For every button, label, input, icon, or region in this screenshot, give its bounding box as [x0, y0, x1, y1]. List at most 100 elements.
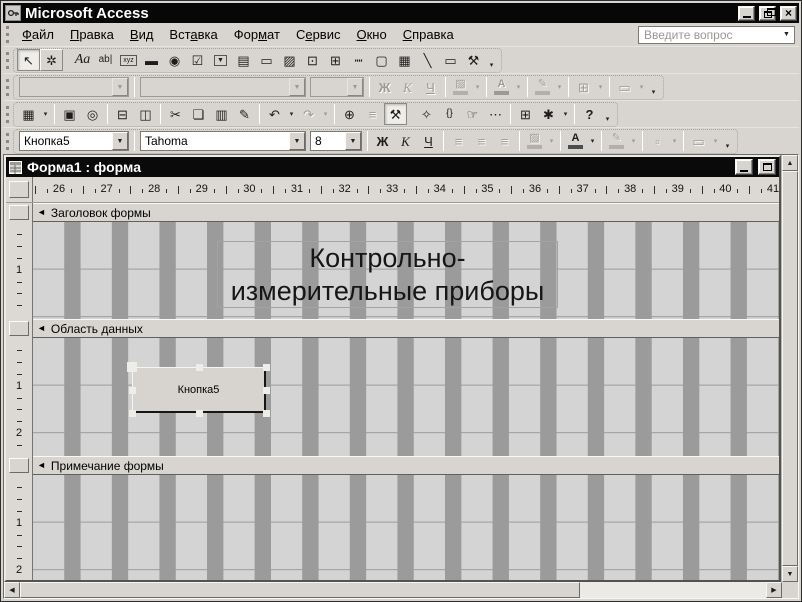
toolbox-button[interactable]: ⚒ — [384, 103, 407, 125]
cut-button[interactable]: ✂ — [164, 103, 187, 125]
form-minimize-button[interactable] — [735, 159, 753, 175]
build-button[interactable]: ⋯ — [484, 103, 507, 125]
format-painter-button[interactable]: ✎ — [233, 103, 256, 125]
label-button[interactable]: Aa — [71, 49, 94, 71]
view-button[interactable]: ▦ — [17, 103, 40, 125]
toolbar-options-arrow[interactable]: ▾ — [721, 130, 734, 152]
menu-item-view[interactable]: Вид — [122, 25, 162, 44]
select-objects-button[interactable]: ↖ — [17, 49, 40, 71]
object-select-combo[interactable]: Кнопка5▼ — [19, 131, 129, 151]
horizontal-scrollbar[interactable]: ◀ ▶ — [4, 582, 782, 598]
selection-handle[interactable] — [196, 410, 203, 417]
app-restore-button[interactable] — [759, 6, 776, 21]
ask-a-question-combo[interactable]: Введите вопрос ▼ — [638, 26, 795, 44]
print-preview-button[interactable]: ◫ — [134, 103, 157, 125]
selection-handle[interactable] — [263, 410, 270, 417]
app-minimize-button[interactable] — [738, 6, 755, 21]
undo-dropdown-arrow[interactable]: ▾ — [286, 103, 297, 125]
toolbar-grip-handle[interactable] — [6, 79, 9, 96]
selection-handle[interactable] — [129, 410, 136, 417]
code-button[interactable]: {} — [438, 103, 461, 125]
horizontal-scroll-thumb[interactable] — [20, 582, 580, 598]
app-close-button[interactable]: × — [780, 6, 797, 21]
list-box-button[interactable]: ▤ — [232, 49, 255, 71]
font-color-dropdown-arrow[interactable]: ▾ — [587, 130, 598, 152]
combo-box-button[interactable]: ▼ — [209, 49, 232, 71]
save-button[interactable]: ▣ — [58, 103, 81, 125]
scroll-down-arrow[interactable]: ▼ — [782, 566, 798, 582]
italic-button[interactable]: К — [394, 130, 417, 152]
insert-hyperlink-button[interactable]: ⊕ — [338, 103, 361, 125]
section-selector-box[interactable] — [9, 458, 29, 473]
vertical-scrollbar[interactable]: ▲ ▼ — [782, 155, 798, 582]
font-color-button[interactable]: А — [564, 130, 587, 152]
bound-object-frame-button[interactable]: ⊞ — [324, 49, 347, 71]
font-select-combo[interactable]: Tahoma▼ — [140, 131, 306, 151]
vertical-scroll-thumb[interactable] — [782, 171, 798, 566]
view-dropdown-arrow[interactable]: ▾ — [40, 103, 51, 125]
menu-item-edit[interactable]: Правка — [62, 25, 122, 44]
toolbar-grip-handle[interactable] — [6, 133, 9, 150]
section-bar-detail[interactable]: ◄ Область данных — [33, 319, 779, 338]
toolbar-grip-handle[interactable] — [6, 52, 9, 69]
toolbar-options-arrow[interactable]: ▾ — [647, 76, 660, 98]
rectangle-button[interactable]: ▭ — [439, 49, 462, 71]
toggle-button-button[interactable]: ▬ — [140, 49, 163, 71]
line-button[interactable]: ╲ — [416, 49, 439, 71]
chevron-down-icon[interactable]: ▼ — [112, 132, 128, 150]
selection-handle[interactable] — [263, 387, 270, 394]
menu-item-help[interactable]: Справка — [395, 25, 462, 44]
form-footer-grid[interactable] — [33, 475, 779, 580]
command-button-control[interactable]: Кнопка5 — [132, 367, 266, 413]
section-bar-form-footer[interactable]: ◄ Примечание формы — [33, 456, 779, 475]
image-button[interactable]: ▨ — [278, 49, 301, 71]
menubar-grip-handle[interactable] — [6, 26, 9, 43]
menu-item-file[interactable]: Файл — [14, 25, 62, 44]
chevron-down-icon[interactable]: ▼ — [779, 27, 794, 43]
section-selector-box[interactable] — [9, 321, 29, 336]
more-controls-button[interactable]: ⚒ — [462, 49, 485, 71]
command-button-button[interactable]: ▭ — [255, 49, 278, 71]
option-button-button[interactable]: ◉ — [163, 49, 186, 71]
section-bar-form-header[interactable]: ◄ Заголовок формы — [33, 203, 779, 222]
file-search-button[interactable]: ◎ — [81, 103, 104, 125]
scroll-left-arrow[interactable]: ◀ — [4, 582, 20, 598]
database-window-button[interactable]: ⊞ — [514, 103, 537, 125]
font-size-select-combo[interactable]: 8▼ — [310, 131, 362, 151]
page-break-button[interactable]: ┉ — [347, 49, 370, 71]
chevron-down-icon[interactable]: ▼ — [345, 132, 361, 150]
copy-button[interactable]: ❏ — [187, 103, 210, 125]
selection-handle[interactable] — [129, 387, 136, 394]
scroll-up-arrow[interactable]: ▲ — [782, 155, 798, 171]
underline-button[interactable]: Ч — [417, 130, 440, 152]
tab-control-button[interactable]: ▢ — [370, 49, 393, 71]
unbound-object-frame-button[interactable]: ⊡ — [301, 49, 324, 71]
autoformat-button[interactable]: ✧ — [415, 103, 438, 125]
properties-button[interactable]: ☞ — [461, 103, 484, 125]
paste-button[interactable]: ▥ — [210, 103, 233, 125]
bold-button[interactable]: Ж — [371, 130, 394, 152]
form-maximize-button[interactable] — [758, 159, 776, 175]
horizontal-scroll-track[interactable] — [580, 582, 766, 598]
control-wizards-button[interactable]: ✲ — [40, 49, 63, 71]
help-button[interactable]: ? — [578, 103, 601, 125]
toolbar-options-arrow[interactable]: ▾ — [601, 103, 614, 125]
selection-handle[interactable] — [263, 364, 270, 371]
section-selector-box[interactable] — [9, 205, 29, 220]
toolbar-grip-handle[interactable] — [6, 106, 9, 123]
detail-grid[interactable]: Кнопка5 — [33, 338, 779, 456]
menu-item-window[interactable]: Окно — [348, 25, 394, 44]
scroll-right-arrow[interactable]: ▶ — [766, 582, 782, 598]
selection-handle[interactable] — [127, 362, 137, 372]
new-object-dropdown-arrow[interactable]: ▾ — [560, 103, 571, 125]
header-title-label-control[interactable]: Контрольно-измерительные приборы — [217, 241, 558, 308]
subform-subreport-button[interactable]: ▦ — [393, 49, 416, 71]
form-header-grid[interactable]: Контрольно-измерительные приборы — [33, 222, 779, 319]
menu-item-format[interactable]: Формат — [226, 25, 288, 44]
toolbar-options-arrow[interactable]: ▾ — [485, 49, 498, 71]
text-box-button[interactable]: ab| — [94, 49, 117, 71]
print-button[interactable]: ⊟ — [111, 103, 134, 125]
menu-item-tools[interactable]: Сервис — [288, 25, 349, 44]
new-object-button[interactable]: ✱ — [537, 103, 560, 125]
chevron-down-icon[interactable]: ▼ — [289, 132, 305, 150]
